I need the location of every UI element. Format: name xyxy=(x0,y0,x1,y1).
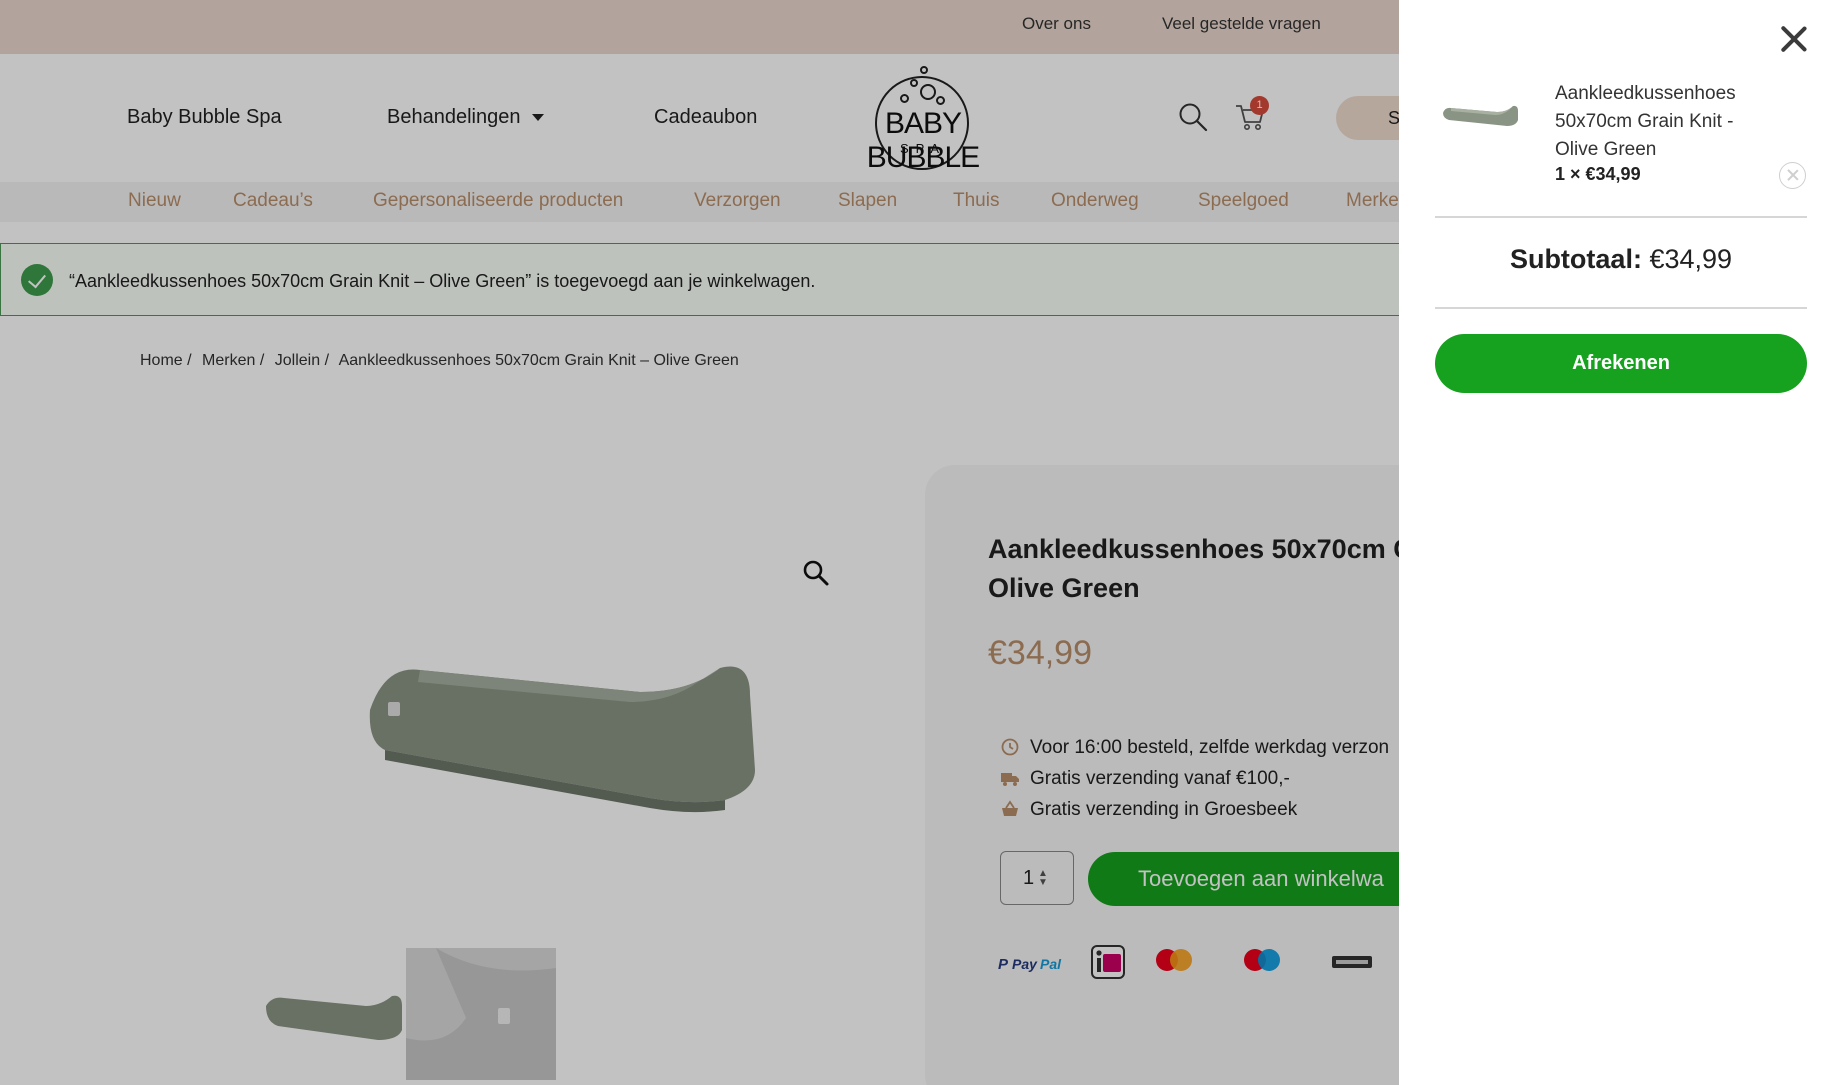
cart-item-image[interactable] xyxy=(1441,95,1519,135)
cart-subtotal: Subtotaal: €34,99 xyxy=(1435,244,1807,275)
cart-item-qty-price: 1 × €34,99 xyxy=(1555,164,1641,184)
cart-item-name[interactable]: Aankleedkussenhoes 50x70cm Grain Knit - … xyxy=(1555,80,1780,164)
drawer-backdrop[interactable] xyxy=(0,0,1399,1085)
remove-item-icon[interactable] xyxy=(1779,162,1806,189)
subtotal-value: €34,99 xyxy=(1649,244,1733,274)
cart-drawer: Aankleedkussenhoes 50x70cm Grain Knit - … xyxy=(1399,0,1844,1085)
divider xyxy=(1435,307,1807,309)
checkout-button[interactable]: Afrekenen xyxy=(1435,334,1807,393)
divider xyxy=(1435,216,1807,218)
subtotal-label: Subtotaal: xyxy=(1509,244,1642,274)
close-icon[interactable] xyxy=(1779,24,1809,54)
